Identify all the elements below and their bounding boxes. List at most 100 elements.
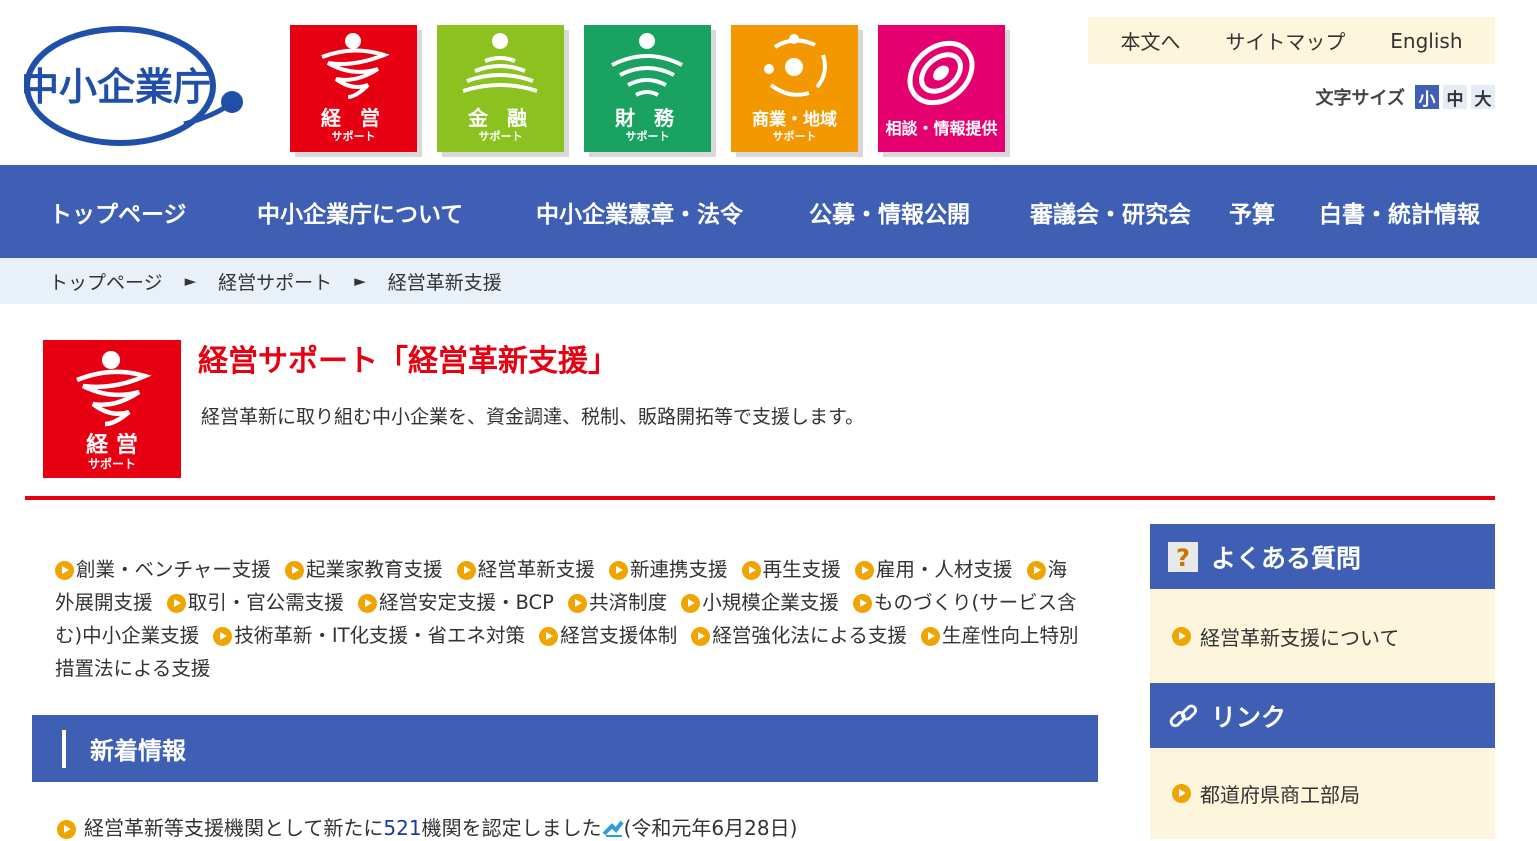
category-label: 経営支援体制 xyxy=(560,624,678,647)
news-heading-bar: 新着情報 xyxy=(32,715,1098,782)
page-title: 経営サポート「経営革新支援」 xyxy=(198,344,618,379)
news-item-number: 521 xyxy=(383,816,422,840)
news-item-link[interactable]: 経営革新等支援機関として新たに521機関を認定しました xyxy=(84,816,602,840)
font-size-medium-button[interactable]: 中 xyxy=(1443,85,1467,110)
breadcrumb-separator: ► xyxy=(184,272,197,290)
sitemap-link[interactable]: サイトマップ xyxy=(1225,26,1345,55)
finance-icon xyxy=(462,33,538,93)
title-divider xyxy=(25,496,1495,500)
english-link[interactable]: English xyxy=(1390,29,1462,53)
category-link[interactable]: 経営革新支援 xyxy=(456,558,595,581)
arrow-bullet-icon xyxy=(456,561,476,580)
arrow-bullet-icon xyxy=(57,820,76,839)
category-label: 雇用・人材支援 xyxy=(875,558,1013,581)
category-label: 取引・官公需支援 xyxy=(187,591,344,614)
font-size-small-button[interactable]: 小 xyxy=(1415,85,1439,110)
faq-heading-bar: ? よくある質問 xyxy=(1150,524,1495,589)
news-item: 経営革新等支援機関として新たに521機関を認定しました (令和元年6月28日) xyxy=(57,812,797,841)
accounting-icon xyxy=(611,33,683,97)
commerce-icon xyxy=(764,34,827,97)
consultation-icon xyxy=(907,40,975,106)
category-link[interactable]: 経営安定支援・BCP xyxy=(357,591,554,614)
arrow-bullet-icon xyxy=(854,561,874,580)
breadcrumb-top[interactable]: トップページ xyxy=(49,268,163,295)
skip-to-content-link[interactable]: 本文へ xyxy=(1120,26,1180,55)
tile-sub: サポート xyxy=(625,130,670,143)
category-link[interactable]: 新連携支援 xyxy=(608,558,727,581)
tile-sub: サポート xyxy=(772,130,817,143)
category-link[interactable]: 再生支援 xyxy=(741,558,841,581)
arrow-bullet-icon xyxy=(921,627,941,646)
faq-link[interactable]: 経営革新支援について xyxy=(1200,622,1399,651)
category-link[interactable]: 起業家教育支援 xyxy=(285,558,443,581)
tile-accounting[interactable]: 財 務 サポート xyxy=(584,25,711,152)
management-icon xyxy=(321,33,390,99)
category-link-list: 創業・ベンチャー支援 起業家教育支援 経営革新支援 新連携支援 再生支援 雇用・… xyxy=(55,553,1085,685)
news-item-date: (令和元年6月28日) xyxy=(623,816,798,840)
category-link[interactable]: 経営強化法による支援 xyxy=(691,624,907,647)
tile-management[interactable]: 経 営 サポート xyxy=(290,25,417,152)
category-link[interactable]: 共済制度 xyxy=(568,591,667,614)
link-chain-icon xyxy=(1167,700,1199,732)
tile-consultation[interactable]: 相談・情報提供 xyxy=(878,25,1005,152)
breadcrumb-management[interactable]: 経営サポート xyxy=(218,268,332,295)
site-header: 中小企業庁 経 営 サポート 金 融 サポート 財 務 サポート 商業・地域 サ… xyxy=(0,0,1537,165)
category-label: 小規模企業支援 xyxy=(702,591,839,614)
arrow-bullet-icon xyxy=(166,594,186,613)
category-link[interactable]: 経営支援体制 xyxy=(539,624,677,647)
nav-item-council[interactable]: 審議会・研究会 xyxy=(1030,165,1191,258)
font-size-switcher: 文字サイズ 小 中 大 xyxy=(1316,84,1495,110)
arrow-bullet-icon xyxy=(213,627,233,646)
category-link[interactable]: 小規模企業支援 xyxy=(681,591,839,614)
tile-sub: サポート xyxy=(331,130,376,143)
arrow-bullet-icon xyxy=(285,561,305,580)
global-nav: トップページ 中小企業庁について 中小企業憲章・法令 公募・情報公開 審議会・研… xyxy=(0,165,1537,258)
category-tiles: 経 営 サポート 金 融 サポート 財 務 サポート 商業・地域 サポート 相談… xyxy=(290,25,1005,152)
news-item-text-suffix: 機関を認定しました xyxy=(421,816,602,840)
logo-text: 中小企業庁 xyxy=(24,65,211,109)
faq-heading: よくある質問 xyxy=(1211,543,1362,573)
utility-links: 本文へ サイトマップ English xyxy=(1088,17,1495,64)
hero-icon-title: 経 営 xyxy=(86,432,138,458)
category-link[interactable]: 技術革新・IT化支援・省エネ対策 xyxy=(213,624,525,647)
font-size-large-button[interactable]: 大 xyxy=(1471,85,1495,110)
breadcrumb-separator: ► xyxy=(354,272,366,290)
tile-finance[interactable]: 金 融 サポート xyxy=(437,25,564,152)
faq-box: 経営革新支援について xyxy=(1150,589,1495,683)
news-item-text: 経営革新等支援機関として新たに xyxy=(84,816,384,840)
font-size-label: 文字サイズ xyxy=(1315,88,1405,109)
logo-graphic: 中小企業庁 xyxy=(21,26,243,146)
prefecture-link[interactable]: 都道府県商工部局 xyxy=(1200,779,1360,808)
links-box: 都道府県商工部局 xyxy=(1150,748,1495,839)
svg-text:?: ? xyxy=(1176,544,1190,572)
category-label: 経営安定支援・BCP xyxy=(378,591,554,614)
arrow-bullet-icon xyxy=(1172,626,1191,646)
nav-item-budget[interactable]: 予算 xyxy=(1229,165,1275,258)
arrow-bullet-icon xyxy=(539,627,559,646)
nav-item-public[interactable]: 公募・情報公開 xyxy=(809,165,970,258)
tile-commerce[interactable]: 商業・地域 サポート xyxy=(731,25,858,152)
category-label: 創業・ベンチャー支援 xyxy=(76,558,271,581)
arrow-bullet-icon xyxy=(608,561,628,580)
category-link[interactable]: 取引・官公需支援 xyxy=(166,591,344,614)
hero-icon-sub: サポート xyxy=(88,456,136,471)
nav-item-about[interactable]: 中小企業庁について xyxy=(257,165,463,258)
nav-item-whitepaper[interactable]: 白書・統計情報 xyxy=(1319,165,1480,258)
arrow-bullet-icon xyxy=(741,561,761,580)
arrow-bullet-icon xyxy=(357,594,377,613)
category-label: 再生支援 xyxy=(762,558,841,581)
site-logo[interactable]: 中小企業庁 xyxy=(21,26,246,150)
nav-item-top[interactable]: トップページ xyxy=(49,165,187,258)
category-link[interactable]: 雇用・人材支援 xyxy=(854,558,1013,581)
category-label: 起業家教育支援 xyxy=(306,558,443,581)
category-link[interactable]: 創業・ベンチャー支援 xyxy=(55,558,271,581)
question-icon: ? xyxy=(1167,541,1199,573)
nav-item-charter[interactable]: 中小企業憲章・法令 xyxy=(536,165,743,258)
tile-title: 商業・地域 xyxy=(752,110,837,130)
arrow-bullet-icon xyxy=(681,594,701,613)
news-heading: 新着情報 xyxy=(90,737,186,765)
arrow-bullet-icon xyxy=(568,594,588,613)
arrow-bullet-icon xyxy=(853,594,872,613)
tile-sub: サポート xyxy=(478,130,523,143)
tile-title: 金 融 xyxy=(468,106,533,130)
